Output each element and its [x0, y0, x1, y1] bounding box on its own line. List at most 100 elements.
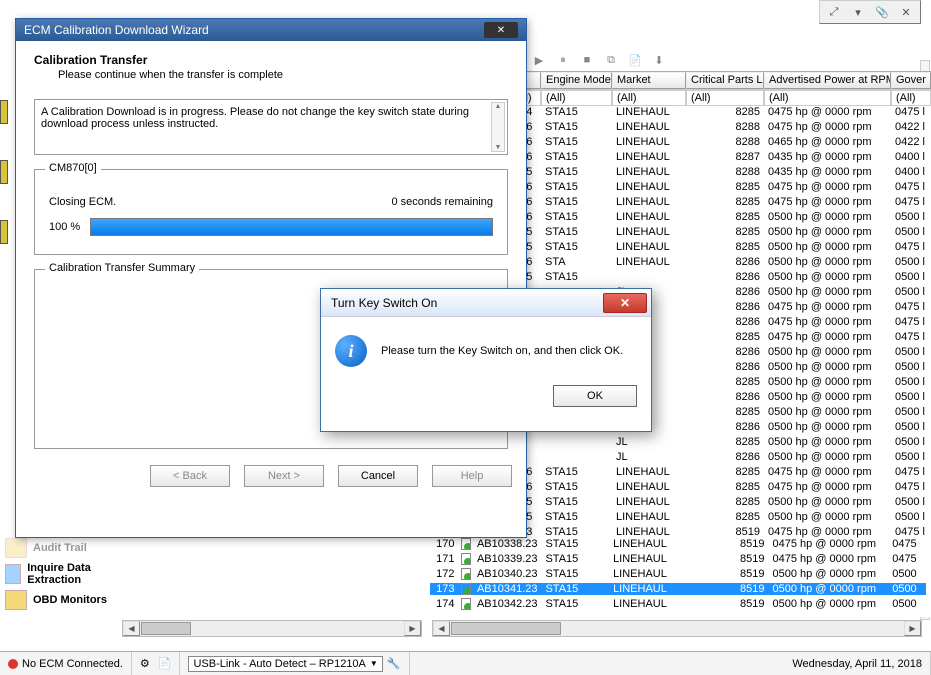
adapter-combo[interactable]: USB-Link - Auto Detect – RP1210A ▼	[188, 656, 382, 672]
col-critical-parts[interactable]: Critical Parts List	[686, 72, 764, 89]
hscroll-right[interactable]: ◀ ▶	[432, 620, 922, 637]
table-row[interactable]: 7.16STA15LINEHAUL82870435 hp @ 0000 rpm0…	[507, 151, 931, 166]
list-item[interactable]: 171AB10339.23STA15LINEHAUL85190475 hp @ …	[430, 551, 926, 566]
col-engine-model[interactable]: Engine Model	[541, 72, 612, 89]
cell: 0400 l	[891, 151, 931, 166]
nav-audit-trail[interactable]: Audit Trail	[5, 536, 113, 560]
help-button[interactable]: Help	[432, 465, 512, 487]
play-icon[interactable]: ▶	[530, 51, 548, 69]
list-item[interactable]: 170AB10338.23STA15LINEHAUL85190475 hp @ …	[430, 536, 926, 551]
cell: 0475 l	[891, 331, 931, 346]
cell: LINEHAUL	[609, 553, 734, 565]
wizard-titlebar[interactable]: ECM Calibration Download Wizard ✕	[16, 19, 526, 41]
cell: 8285	[686, 106, 764, 121]
expand-icon[interactable]: ⤢	[826, 4, 842, 20]
ok-button[interactable]: OK	[553, 385, 637, 407]
close-icon[interactable]: ✕	[898, 4, 914, 20]
table-row[interactable]: 4.14STA15LINEHAUL82850475 hp @ 0000 rpm0…	[507, 106, 931, 121]
cell: 8285	[686, 226, 764, 241]
next-button[interactable]: Next >	[244, 465, 324, 487]
stop-icon[interactable]: ■	[578, 51, 596, 69]
table-row[interactable]: 8.16STA15LINEHAUL82850475 hp @ 0000 rpm0…	[507, 466, 931, 481]
scroll-left-icon[interactable]: ◀	[123, 621, 140, 636]
cell: 8285	[686, 481, 764, 496]
cancel-button[interactable]: Cancel	[338, 465, 418, 487]
tool-icon[interactable]: 📄	[158, 657, 172, 670]
tool-icon[interactable]: 🔧	[387, 657, 401, 670]
scroll-left-icon[interactable]: ◀	[433, 621, 450, 636]
table-row[interactable]: 6.16STA15LINEHAUL82880465 hp @ 0000 rpm0…	[507, 136, 931, 151]
wizard-close-button[interactable]: ✕	[484, 22, 518, 38]
scroll-right-icon[interactable]: ▶	[904, 621, 921, 636]
cell: LINEHAUL	[612, 481, 686, 496]
table-row[interactable]: 6.15STA15LINEHAUL82850500 hp @ 0000 rpm0…	[507, 511, 931, 526]
cell: LINEHAUL	[609, 538, 734, 550]
list-item[interactable]: 172AB10340.23STA15LINEHAUL85190500 hp @ …	[430, 566, 926, 581]
table-row[interactable]: 5.16STA15LINEHAUL82880475 hp @ 0000 rpm0…	[507, 121, 931, 136]
date-text: Wednesday, April 11, 2018	[792, 658, 922, 670]
cell: 8286	[686, 301, 764, 316]
cell: 0500 l	[891, 496, 931, 511]
col-advertised-power[interactable]: Advertised Power at RPM	[764, 72, 891, 89]
filter-em[interactable]: (All)	[541, 90, 612, 106]
cell: 0500 hp @ 0000 rpm	[764, 226, 891, 241]
nav-panel: Audit Trail Inquire Data Extraction OBD …	[5, 536, 113, 612]
table-row[interactable]: 0.15STA15LINEHAUL82850500 hp @ 0000 rpm0…	[507, 241, 931, 256]
download-icon[interactable]: ⬇	[650, 51, 668, 69]
table-row[interactable]: 2.16STA15LINEHAUL82850475 hp @ 0000 rpm0…	[507, 196, 931, 211]
cell: 0500 l	[891, 391, 931, 406]
config-icon[interactable]: ⧉	[602, 51, 620, 69]
cell: 0500 hp @ 0000 rpm	[764, 211, 891, 226]
nav-inquire-data[interactable]: Inquire Data Extraction	[5, 560, 113, 588]
tool-icon[interactable]: ⚙	[140, 657, 150, 670]
dialog-close-button[interactable]: ✕	[603, 293, 647, 313]
info-icon: i	[335, 335, 367, 367]
table-row[interactable]: 0.16STA15LINEHAUL82850475 hp @ 0000 rpm0…	[507, 181, 931, 196]
cell: 8288	[686, 121, 764, 136]
cell: LINEHAUL	[612, 511, 686, 526]
pause-icon[interactable]: ⏸	[554, 51, 572, 69]
cell: 0500 hp @ 0000 rpm	[764, 361, 891, 376]
col-gover[interactable]: Gover	[891, 72, 931, 89]
table-row[interactable]: 4.15STA1582860500 hp @ 0000 rpm0500 l	[507, 271, 931, 286]
attach-icon[interactable]: 📎	[874, 4, 890, 20]
doc-icon[interactable]: 📄	[626, 51, 644, 69]
table-row[interactable]: 2.15STA15LINEHAUL82850500 hp @ 0000 rpm0…	[507, 496, 931, 511]
table-row[interactable]: 4.16STA15LINEHAUL82850500 hp @ 0000 rpm0…	[507, 211, 931, 226]
scroll-right-icon[interactable]: ▶	[404, 621, 421, 636]
back-button[interactable]: < Back	[150, 465, 230, 487]
down-icon[interactable]: ▾	[850, 4, 866, 20]
wizard-buttons: < Back Next > Cancel Help	[16, 457, 526, 495]
nav-obd-monitors[interactable]: OBD Monitors	[5, 588, 113, 612]
message-scrollbar[interactable]: ▲▼	[491, 102, 505, 152]
table-row[interactable]: 8.15STA15LINEHAUL82880435 hp @ 0000 rpm0…	[507, 166, 931, 181]
adapter-selector[interactable]: USB-Link - Auto Detect – RP1210A ▼ 🔧	[180, 652, 409, 675]
col-market[interactable]: Market	[612, 72, 686, 89]
hscroll-left[interactable]: ◀ ▶	[122, 620, 422, 637]
grid-filter[interactable]: (All) (All) (All) (All) (All) (All)	[507, 90, 931, 106]
wizard-message-text: A Calibration Download is in progress. P…	[41, 106, 469, 130]
cell: 0500 l	[891, 451, 931, 466]
filter-cpl[interactable]: (All)	[686, 90, 764, 106]
dialog-titlebar[interactable]: Turn Key Switch On ✕	[321, 289, 651, 317]
filter-adv[interactable]: (All)	[764, 90, 891, 106]
table-row[interactable]: 0.16STA15LINEHAUL82850475 hp @ 0000 rpm0…	[507, 481, 931, 496]
filter-mk[interactable]: (All)	[612, 90, 686, 106]
dropdown-icon[interactable]: ▼	[370, 659, 378, 668]
list-item[interactable]: 173AB10341.23STA15LINEHAUL85190500 hp @ …	[430, 581, 926, 596]
wizard-heading: Calibration Transfer	[34, 53, 508, 67]
cell: 0475 l	[891, 466, 931, 481]
grid-header[interactable]: de Engine Model Market Critical Parts Li…	[507, 71, 931, 90]
list-item[interactable]: 174AB10342.23STA15LINEHAUL85190500 hp @ …	[430, 596, 926, 611]
table-row[interactable]: JL82850500 hp @ 0000 rpm0500 l	[507, 436, 931, 451]
cell: 8285	[686, 331, 764, 346]
nav-label: Audit Trail	[33, 542, 87, 554]
table-row[interactable]: 6.15STA15LINEHAUL82850500 hp @ 0000 rpm0…	[507, 226, 931, 241]
cell: 0465 hp @ 0000 rpm	[764, 136, 891, 151]
table-row[interactable]: 2.16STALINEHAUL82860500 hp @ 0000 rpm050…	[507, 256, 931, 271]
cell: LINEHAUL	[609, 583, 734, 595]
table-row[interactable]: JL82860500 hp @ 0000 rpm0500 l	[507, 451, 931, 466]
cell: AB10339.23	[474, 553, 542, 565]
row-doc-icon	[458, 538, 473, 550]
filter-gov[interactable]: (All)	[891, 90, 931, 106]
